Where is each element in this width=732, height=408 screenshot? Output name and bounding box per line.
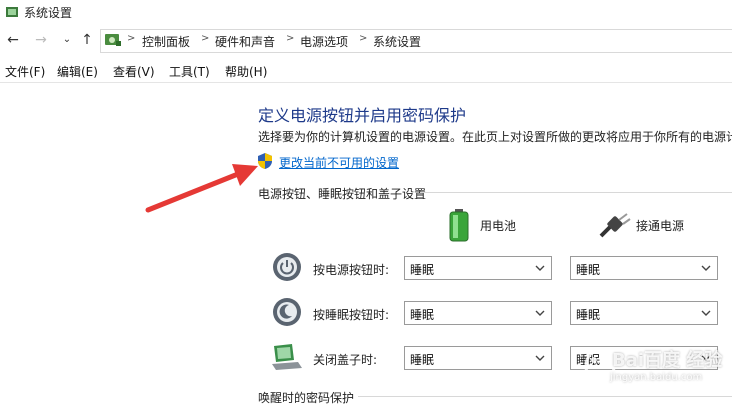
section-divider <box>420 192 732 193</box>
menu-view[interactable]: 查看(V) <box>113 63 155 80</box>
battery-icon <box>449 209 469 242</box>
control-panel-icon <box>105 34 121 46</box>
breadcrumb-power-options[interactable]: 电源选项 <box>300 33 348 50</box>
page-description: 选择要为你的计算机设置的电源设置。在此页上对设置所做的更改将应用于你所有的电源计 <box>258 130 732 144</box>
chevron-down-icon <box>535 310 545 316</box>
power-button-battery-select[interactable]: 睡眠 <box>404 256 552 280</box>
row-close-lid-label: 关闭盖子时: <box>313 353 378 367</box>
power-button-icon <box>273 253 301 281</box>
power-button-plugged-select[interactable]: 睡眠 <box>570 256 718 280</box>
window-title: 系统设置 <box>24 6 73 20</box>
page-title: 定义电源按钮并启用密码保护 <box>258 106 467 125</box>
section-buttons-heading: 电源按钮、睡眠按钮和盖子设置 <box>258 187 427 201</box>
breadcrumb-separator: > <box>201 33 210 44</box>
chevron-down-icon <box>701 265 711 271</box>
breadcrumb-system-settings[interactable]: 系统设置 <box>373 33 421 50</box>
menu-tools[interactable]: 工具(T) <box>169 63 210 80</box>
breadcrumb-separator: > <box>359 33 368 44</box>
menu-help[interactable]: 帮助(H) <box>225 63 267 80</box>
up-button[interactable]: ↑ <box>78 30 96 50</box>
recent-locations-button[interactable]: ⌄ <box>58 30 76 50</box>
menu-file[interactable]: 文件(F) <box>5 63 45 80</box>
change-unavailable-settings-link[interactable]: 更改当前不可用的设置 <box>279 154 399 171</box>
arrow-up-icon: ↑ <box>81 32 93 48</box>
menu-edit[interactable]: 编辑(E) <box>57 63 98 80</box>
row-power-button-label: 按电源按钮时: <box>313 263 390 277</box>
section-wake-password-heading: 唤醒时的密码保护 <box>258 391 355 405</box>
breadcrumb-hardware-sound[interactable]: 硬件和声音 <box>215 33 275 50</box>
sleep-button-icon <box>273 298 301 326</box>
close-lid-battery-select[interactable]: 睡眠 <box>404 346 552 370</box>
chevron-down-icon <box>535 355 545 361</box>
watermark-url: jingyan.baidu.com <box>610 372 703 383</box>
forward-button[interactable]: → <box>32 30 50 50</box>
title-bar <box>0 0 732 26</box>
power-plug-icon <box>599 213 631 238</box>
sleep-button-battery-select[interactable]: 睡眠 <box>404 301 552 325</box>
arrow-right-icon: → <box>35 32 47 48</box>
column-battery-label: 用电池 <box>480 219 517 233</box>
sleep-button-plugged-select[interactable]: 睡眠 <box>570 301 718 325</box>
laptop-lid-icon <box>272 344 302 370</box>
menu-bar <box>0 60 732 83</box>
column-plugged-label: 接通电源 <box>636 219 685 233</box>
watermark-text: Bai百度 经验 <box>612 350 723 371</box>
row-sleep-button-label: 按睡眠按钮时: <box>313 308 390 322</box>
chevron-down-icon <box>535 265 545 271</box>
back-button[interactable]: ← <box>4 30 22 50</box>
breadcrumb-separator: > <box>127 33 136 44</box>
chevron-down-icon <box>701 310 711 316</box>
breadcrumb-control-panel[interactable]: 控制面板 <box>142 33 190 50</box>
arrow-left-icon: ← <box>7 32 19 48</box>
power-options-icon <box>6 7 18 17</box>
red-annotation-arrow <box>145 164 258 213</box>
chevron-down-icon: ⌄ <box>62 34 72 45</box>
breadcrumb-separator: > <box>286 33 295 44</box>
